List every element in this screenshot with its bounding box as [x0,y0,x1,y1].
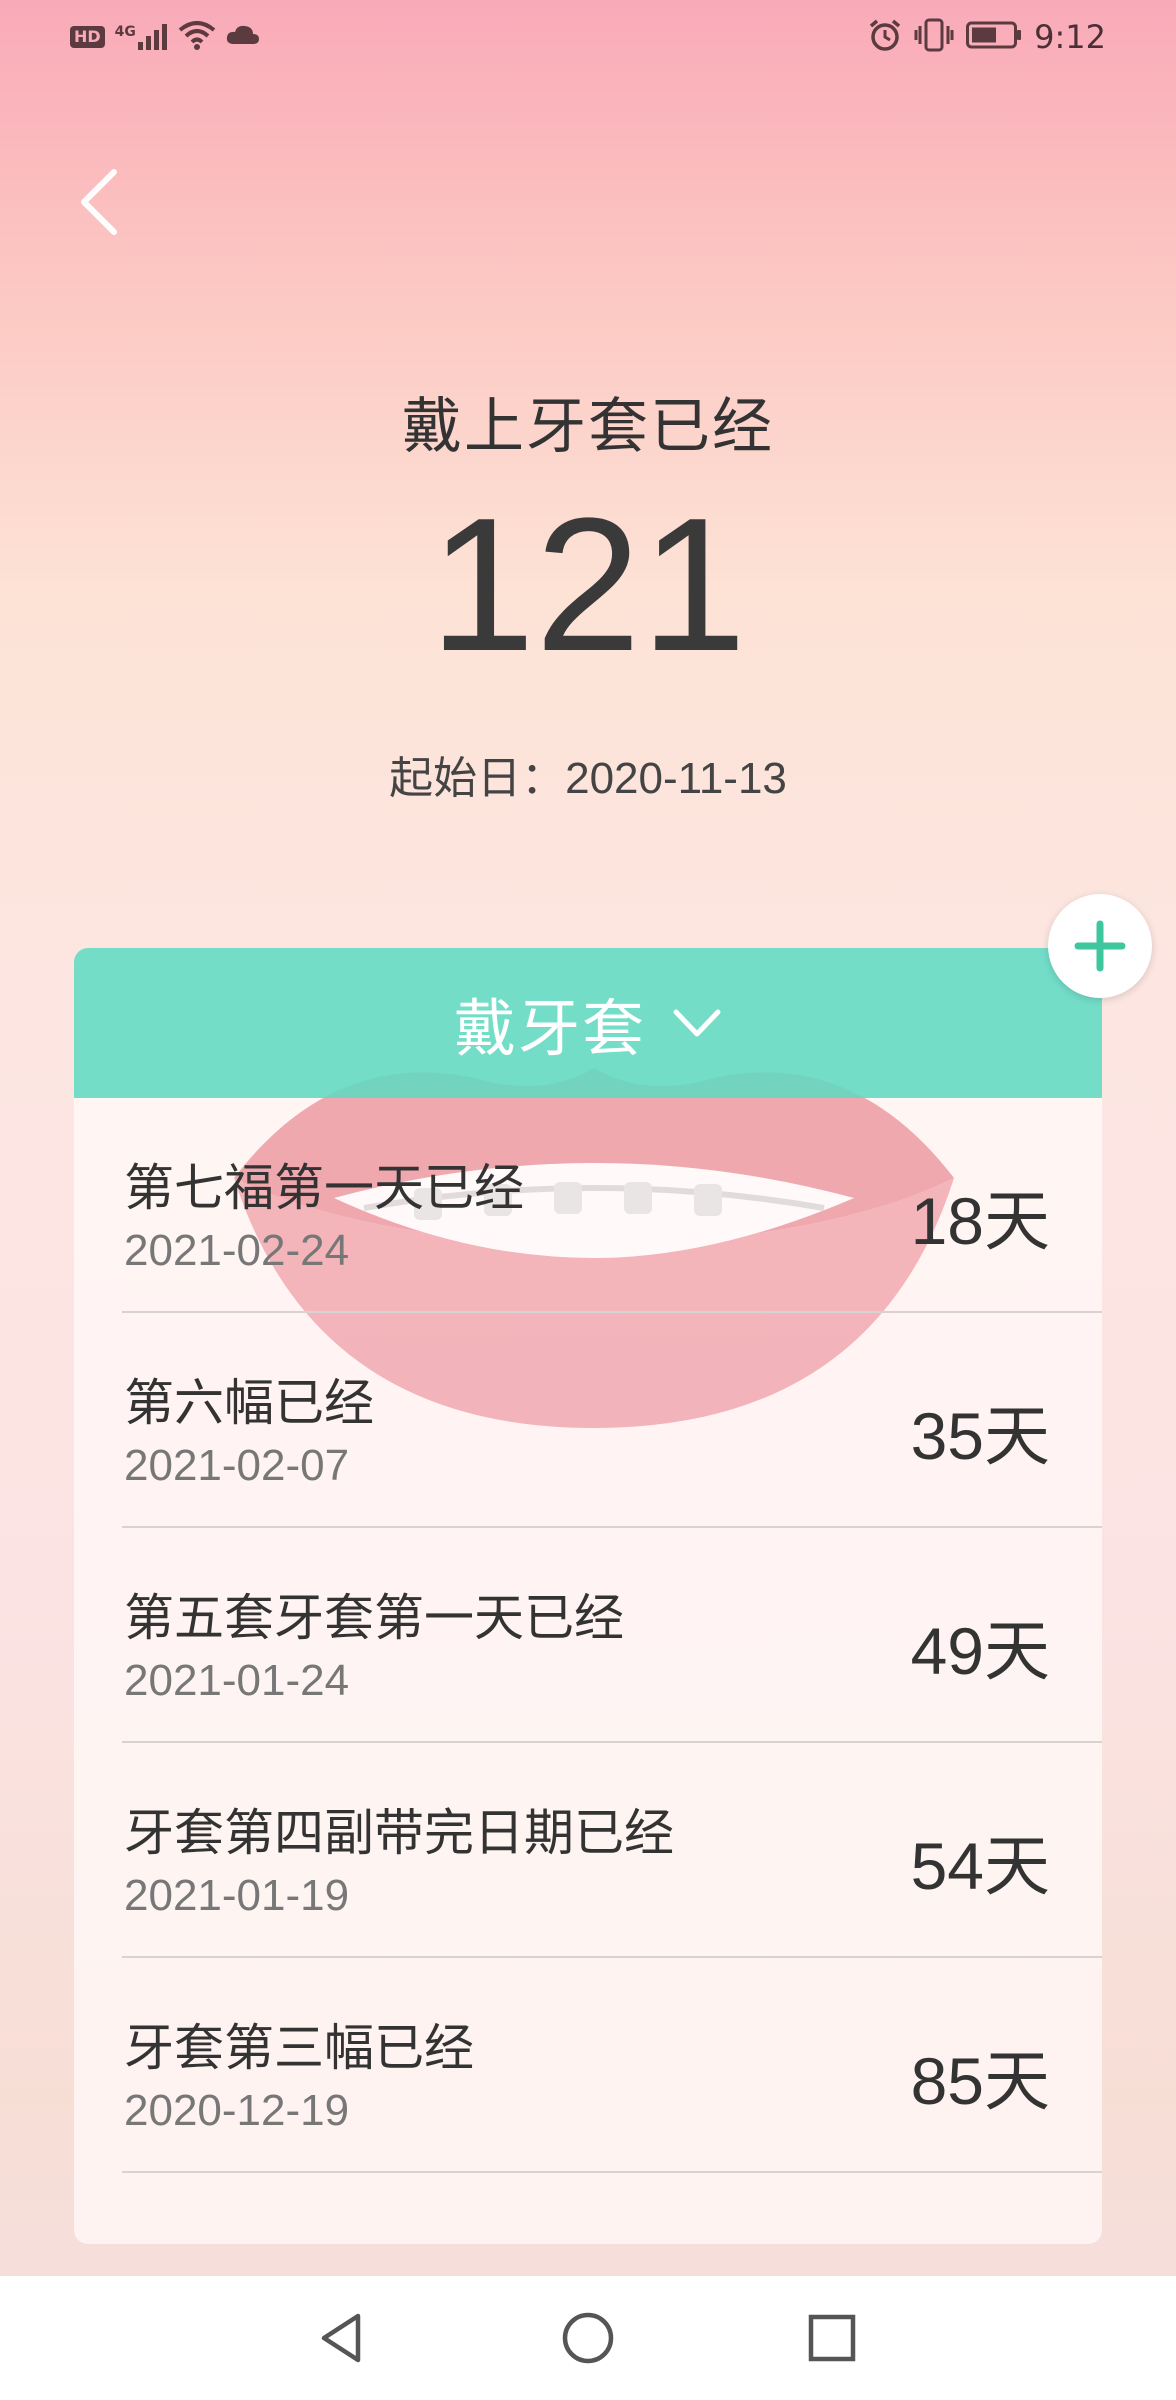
item-days: 49天 [910,1614,1050,1688]
battery-icon [966,21,1022,53]
start-date-label: 起始日： [389,753,566,804]
alarm-icon [868,18,902,56]
item-title: 第六幅已经 [124,1374,374,1432]
list-item[interactable]: 第五套牙套第一天已经 2021-01-24 49天 [122,1528,1102,1743]
item-date: 2021-01-19 [124,1871,350,1920]
plus-icon [1074,920,1126,972]
start-date-value: 2020-11-13 [565,754,787,803]
list-item[interactable]: 牙套第三幅已经 2020-12-19 85天 [122,1958,1102,2173]
category-dropdown[interactable]: 戴牙套 [74,948,1102,1098]
item-title: 第七福第一天已经 [124,1159,524,1217]
item-days: 35天 [910,1399,1050,1473]
triangle-back-icon [321,2313,361,2363]
chevron-left-icon [81,169,117,235]
hd-icon: HD [70,26,105,48]
item-date: 2021-02-24 [124,1226,350,1275]
status-right: 9:12 [868,18,1106,56]
list-item[interactable]: 第六幅已经 2021-02-07 35天 [122,1313,1102,1528]
nav-recents-button[interactable] [796,2302,868,2374]
item-date: 2021-01-24 [124,1656,350,1705]
item-date: 2021-02-07 [124,1441,350,1490]
item-title: 牙套第三幅已经 [124,2019,474,2077]
nav-home-button[interactable] [552,2302,624,2374]
chevron-down-icon [673,1009,721,1037]
status-bar: HD 4G 9:12 [0,0,1176,72]
item-title: 第五套牙套第一天已经 [124,1589,624,1647]
clock-time: 9:12 [1034,18,1106,56]
vibrate-icon [914,18,954,56]
start-date-line: 起始日：2020-11-13 [0,742,1176,806]
nav-back-button[interactable] [306,2302,378,2374]
circle-home-icon [562,2312,614,2364]
square-recents-icon [808,2314,856,2362]
records-card: 戴牙套 第七福第一天已经 2021-02-24 18天 第六幅已经 2021-0… [74,948,1102,2244]
signal-label: 4G [114,24,136,40]
item-title: 牙套第四副带完日期已经 [124,1804,674,1862]
days-count: 121 [429,479,747,691]
item-days: 85天 [910,2044,1050,2118]
signal-4g-icon: 4G [115,24,168,50]
back-button[interactable] [60,160,140,240]
list-item[interactable]: 第七福第一天已经 2021-02-24 18天 [122,1098,1102,1313]
hero-title: 戴上牙套已经 [402,392,774,462]
list-item[interactable]: 牙套第四副带完日期已经 2021-01-19 54天 [122,1743,1102,1958]
system-nav-bar [0,2276,1176,2400]
item-date: 2020-12-19 [124,2086,350,2135]
add-button[interactable] [1048,894,1152,998]
cloud-icon [226,24,260,50]
item-days: 54天 [910,1829,1050,1903]
status-left: HD 4G [70,20,260,54]
wifi-icon [178,20,216,54]
item-days: 18天 [910,1184,1050,1258]
category-label: 戴牙套 [453,992,646,1065]
